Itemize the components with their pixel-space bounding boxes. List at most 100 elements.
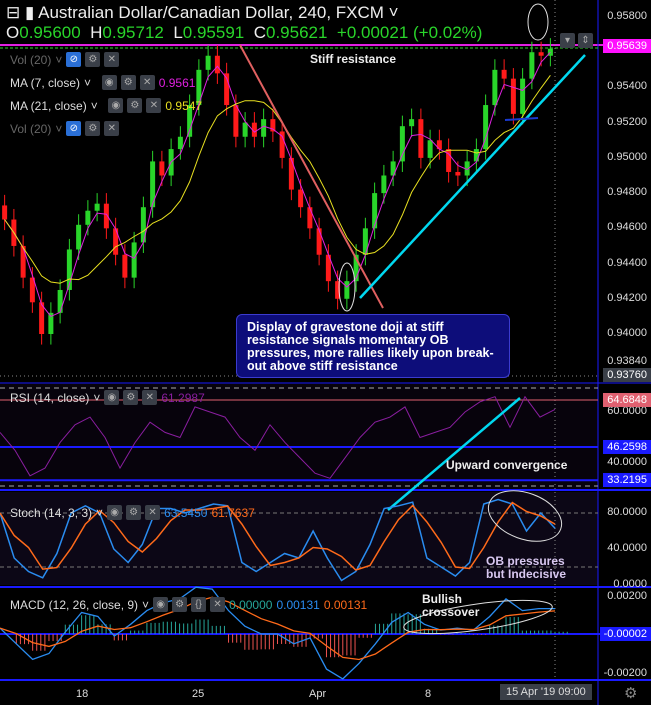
close-icon[interactable]: ✕ bbox=[139, 75, 155, 90]
candle-body bbox=[298, 189, 304, 208]
candle-body bbox=[344, 281, 350, 299]
candle-body bbox=[131, 242, 137, 278]
rsi-tick-label: 40.0000 bbox=[607, 456, 647, 468]
candle-body bbox=[103, 203, 109, 229]
projection-arrow bbox=[504, 117, 539, 121]
candle-body bbox=[520, 78, 526, 114]
annotation-rsi: Upward convergence bbox=[446, 458, 568, 472]
gear-icon[interactable]: ⚙ bbox=[85, 121, 101, 136]
rsi-level-tag: 33.2195 bbox=[603, 473, 651, 488]
stoch-tick-label: 40.0000 bbox=[607, 542, 647, 554]
candle-body bbox=[538, 52, 544, 56]
eye-icon[interactable]: ◉ bbox=[104, 390, 120, 405]
close-icon[interactable]: ✕ bbox=[104, 52, 120, 67]
gravestone-doji-ellipse bbox=[527, 3, 549, 41]
eye-icon[interactable]: ◉ bbox=[108, 98, 124, 113]
price-tick-label: 0.94000 bbox=[607, 326, 647, 339]
candle-body bbox=[492, 69, 498, 106]
legend-rsi[interactable]: RSI (14, close) ˅ ◉ ⚙ ✕ 61.2987 bbox=[10, 390, 205, 405]
annotation-macd: Bullish crossover bbox=[422, 592, 480, 619]
candle-body bbox=[288, 157, 294, 190]
chart-title[interactable]: ⊟ ▮ Australian Dollar/Canadian Dollar, 2… bbox=[6, 3, 399, 23]
hidden-eye-icon[interactable]: ⊘ bbox=[66, 52, 82, 67]
candle-body bbox=[57, 289, 63, 313]
candle-body bbox=[427, 140, 433, 158]
candle-body bbox=[85, 210, 91, 225]
gear-icon[interactable]: ⚙ bbox=[127, 98, 143, 113]
price-tick-label: 0.93840 bbox=[607, 355, 647, 368]
candle-body bbox=[205, 55, 211, 70]
close-icon[interactable]: ✕ bbox=[210, 597, 226, 612]
candle-body bbox=[381, 175, 387, 194]
legend-ma21[interactable]: MA (21, close) ˅ ◉ ⚙ ✕ 0.9547 bbox=[10, 98, 202, 113]
legend-ma7[interactable]: MA (7, close) ˅ ◉ ⚙ ✕ 0.9561 bbox=[10, 75, 195, 90]
candle-body bbox=[242, 122, 248, 137]
gear-icon[interactable]: ⚙ bbox=[120, 75, 136, 90]
close-icon[interactable]: ✕ bbox=[146, 98, 162, 113]
close-icon[interactable]: ✕ bbox=[145, 505, 161, 520]
candle-body bbox=[510, 78, 516, 114]
candle-body bbox=[159, 161, 165, 176]
candle-body bbox=[76, 224, 82, 250]
candle-body bbox=[316, 228, 322, 255]
macd-tick-label: 0.00200 bbox=[607, 590, 647, 602]
annotation-stiff-resistance: Stiff resistance bbox=[310, 52, 397, 66]
ma7-line bbox=[4, 51, 551, 318]
maximize-pane-button[interactable]: ⇕ bbox=[578, 33, 593, 48]
close-icon[interactable]: ✕ bbox=[142, 390, 158, 405]
candle-body bbox=[409, 119, 415, 127]
eye-icon[interactable]: ◉ bbox=[153, 597, 169, 612]
price-tick-label: 0.94200 bbox=[607, 291, 647, 304]
macd-tick-label: -0.00200 bbox=[603, 667, 647, 679]
candle-body bbox=[418, 119, 424, 158]
price-tick-label: 0.94400 bbox=[607, 256, 647, 269]
crosshair-price-tag: 0.93760 bbox=[603, 368, 651, 382]
rsi-level-tag: 46.2598 bbox=[603, 440, 651, 455]
legend-macd[interactable]: MACD (12, 26, close, 9) ˅ ◉ ⚙{} ✕ 0.00000 … bbox=[10, 597, 367, 612]
candle-body bbox=[261, 119, 267, 137]
gear-icon[interactable]: ⚙ bbox=[172, 597, 188, 612]
eye-icon[interactable]: ◉ bbox=[107, 505, 123, 520]
time-tick-label: 25 bbox=[192, 688, 205, 700]
current-price-tag: 0.95639 bbox=[603, 39, 651, 53]
collapse-icon[interactable]: ⊟ ▮ bbox=[6, 3, 38, 22]
annotation-callout: Display of gravestone doji at stiff resi… bbox=[236, 314, 510, 378]
candle-body bbox=[2, 205, 8, 220]
code-icon[interactable]: {} bbox=[191, 597, 207, 612]
candle-body bbox=[501, 69, 507, 79]
chevron-down-icon[interactable]: ˅ bbox=[389, 3, 399, 22]
price-tick-label: 0.95400 bbox=[607, 80, 647, 93]
candle-body bbox=[399, 126, 405, 162]
eye-icon[interactable]: ◉ bbox=[101, 75, 117, 90]
price-tick-label: 0.94800 bbox=[607, 186, 647, 199]
price-tick-label: 0.95200 bbox=[607, 115, 647, 128]
legend-vol[interactable]: Vol (20) ˅ ⊘ ⚙ ✕ bbox=[10, 52, 120, 67]
pane-controls[interactable]: ▾ ⇕ bbox=[560, 33, 593, 48]
candle-body bbox=[122, 254, 128, 278]
downtrend-line bbox=[239, 44, 384, 309]
candle-body bbox=[372, 193, 378, 229]
candle-body bbox=[233, 105, 239, 137]
candle-body bbox=[214, 55, 220, 74]
annotation-stoch: OB pressures but Indecisive bbox=[486, 554, 567, 581]
ohlc-readout: O0.95600 H0.95712 L0.95591 C0.95621 +0.0… bbox=[6, 23, 483, 42]
hidden-eye-icon[interactable]: ⊘ bbox=[66, 121, 82, 136]
legend-stoch[interactable]: Stoch (14, 3, 3) ˅ ◉ ⚙ ✕ 63.5450 61.7637 bbox=[10, 505, 255, 520]
uptrend-arrow bbox=[359, 54, 586, 299]
stoch-tick-label: 0.0000 bbox=[613, 578, 647, 590]
collapse-pane-button[interactable]: ▾ bbox=[560, 33, 575, 48]
candle-body bbox=[455, 171, 461, 176]
legend-vol-2[interactable]: Vol (20) ˅ ⊘ ⚙ ✕ bbox=[10, 121, 120, 136]
time-tick-label: 18 bbox=[76, 688, 89, 700]
candle-body bbox=[529, 52, 535, 79]
rsi-value-tag: 64.6848 bbox=[603, 393, 651, 408]
close-icon[interactable]: ✕ bbox=[104, 121, 120, 136]
gear-icon[interactable]: ⚙ bbox=[126, 505, 142, 520]
candle-body bbox=[177, 136, 183, 150]
gear-icon[interactable]: ⚙ bbox=[123, 390, 139, 405]
settings-gear-icon[interactable]: ⚙ bbox=[624, 684, 637, 702]
price-tick-label: 0.95000 bbox=[607, 150, 647, 163]
time-cursor-label: 15 Apr '19 09:00 bbox=[500, 684, 592, 700]
gear-icon[interactable]: ⚙ bbox=[85, 52, 101, 67]
candle-body bbox=[473, 149, 479, 162]
